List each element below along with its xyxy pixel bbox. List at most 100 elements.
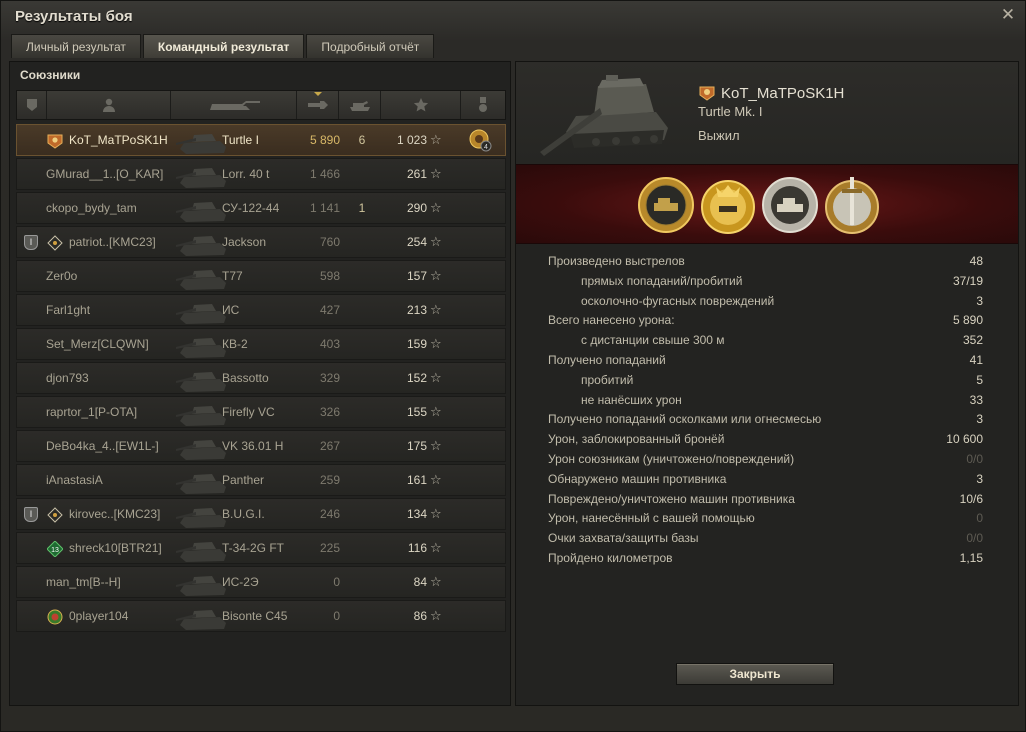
stat-row: Пройдено километров 1,15	[548, 549, 983, 569]
player-name: djon793	[46, 371, 89, 385]
clan-badge-icon	[699, 86, 715, 101]
tank-name: Bisonte C45	[222, 609, 288, 623]
table-row[interactable]: raprtor_1[P-OTA] Firefly VC 326 155 ☆	[16, 396, 506, 428]
table-row[interactable]: Ikirovec..[KMC23] B.U.G.I. 246 134 ☆	[16, 498, 506, 530]
close-icon[interactable]: ✕	[999, 6, 1017, 24]
platoon-column-icon	[26, 99, 37, 111]
stat-row: осколочно-фугасных повреждений 3	[548, 292, 983, 312]
stat-value: 1,15	[959, 550, 983, 565]
player-name: Zer0o	[46, 269, 78, 283]
star-icon: ☆	[430, 166, 442, 181]
table-row[interactable]: Ipatriot..[KMC23] Jackson 760 254 ☆	[16, 226, 506, 258]
player-name: iAnastasiA	[46, 473, 103, 487]
allies-list: KoT_MaTPoSK1H Turtle I5 890 6 1 023 ☆ 4 GMurad…	[16, 124, 506, 634]
armor-medal-icon[interactable]	[636, 173, 696, 237]
stat-value: 3	[976, 471, 983, 486]
xp-value: 155	[406, 405, 427, 419]
column-xp[interactable]	[381, 91, 461, 119]
column-platoon[interactable]	[17, 91, 47, 119]
detail-player-name: KoT_MaTPoSK1H	[721, 85, 845, 102]
achievement-medal-icon[interactable]: 4	[468, 128, 492, 152]
allies-panel: Союзники KoT_MaTPoSK1H Turtle I 5 890 6 …	[9, 61, 511, 706]
detail-tank-name: Turtle Mk. I	[698, 104, 763, 119]
column-vehicle[interactable]	[171, 91, 297, 119]
column-kills[interactable]	[339, 91, 381, 119]
kills-value	[352, 227, 372, 257]
damage-value: 1 466	[309, 167, 340, 181]
green-clan-icon: 13	[47, 541, 63, 557]
tab-personal-result[interactable]: Личный результат	[11, 34, 141, 58]
kills-value: 6	[358, 133, 366, 147]
table-row[interactable]: Zer0o T77 598 157 ☆	[16, 260, 506, 292]
tab-team-result[interactable]: Командный результат	[142, 34, 305, 58]
crown-medal-icon[interactable]	[698, 173, 758, 237]
stat-row: с дистанции свыше 300 м 352	[548, 331, 983, 351]
column-damage[interactable]	[297, 91, 339, 119]
tank-image	[540, 75, 668, 156]
medal-column-icon	[479, 97, 487, 112]
kills-value	[352, 261, 372, 291]
stat-label: осколочно-фугасных повреждений	[581, 293, 775, 308]
kills-value	[352, 397, 372, 427]
detail-status: Выжил	[698, 128, 740, 143]
stat-row: пробитий 5	[548, 371, 983, 391]
damage-value: 0	[333, 575, 340, 589]
table-row[interactable]: man_tm[B--H] ИС-2Э 0 84 ☆	[16, 566, 506, 598]
tab-bar: Личный результат Командный результат Под…	[11, 34, 435, 58]
player-name: raprtor_1[P-OTA]	[46, 405, 138, 419]
column-medals[interactable]	[461, 91, 505, 119]
xp-value: 152	[406, 371, 427, 385]
stat-label: Урон союзникам (уничтожено/повреждений)	[548, 451, 795, 466]
table-row[interactable]: KoT_MaTPoSK1H Turtle I 5 890 6 1 023 ☆ 4	[16, 124, 506, 156]
battle-results-window: Результаты боя ✕ Личный результат Команд…	[0, 0, 1026, 732]
stat-value: 5 890	[952, 313, 983, 328]
tank-name: T77	[222, 269, 243, 283]
close-button[interactable]: Закрыть	[676, 663, 834, 685]
damage-value: 329	[319, 371, 340, 385]
table-row[interactable]: Farl1ght ИС 427 213 ☆	[16, 294, 506, 326]
damage-value: 1 141	[309, 201, 340, 215]
star-icon: ☆	[430, 234, 442, 249]
tank-medal-icon[interactable]	[760, 173, 820, 237]
damage-value: 598	[319, 269, 340, 283]
kills-value	[352, 329, 372, 359]
stat-label: Пройдено километров	[548, 550, 673, 565]
diamond-clan-icon	[47, 235, 63, 251]
damage-value: 5 890	[309, 133, 340, 147]
damage-value: 225	[319, 541, 340, 555]
damage-value: 326	[319, 405, 340, 419]
table-row[interactable]: 0player104 Bisonte C45 0 86 ☆	[16, 600, 506, 632]
damage-value: 259	[319, 473, 340, 487]
xp-value: 254	[406, 235, 427, 249]
stat-label: прямых попаданий/пробитий	[581, 273, 743, 288]
stat-label: Обнаружено машин противника	[548, 471, 727, 486]
star-icon: ☆	[430, 132, 442, 147]
stat-label: Урон, нанесённый с вашей помощью	[548, 511, 755, 526]
damage-column-icon	[307, 101, 328, 109]
player-name: man_tm[B--H]	[46, 575, 121, 589]
kills-column-icon	[349, 101, 370, 111]
star-icon: ☆	[430, 404, 442, 419]
stat-value: 0/0	[966, 531, 983, 546]
column-player[interactable]	[47, 91, 171, 119]
tank-name: Lorr. 40 t	[222, 167, 270, 181]
player-name: shreck10[BTR21]	[69, 541, 162, 555]
star-icon: ☆	[430, 506, 442, 521]
table-row[interactable]: GMurad__1..[O_KAR] Lorr. 40 t 1 466 261 ☆	[16, 158, 506, 190]
tab-detailed-report[interactable]: Подробный отчёт	[306, 34, 435, 58]
player-name: GMurad__1..[O_KAR]	[46, 167, 164, 181]
table-row[interactable]: djon793 Bassotto 329 152 ☆	[16, 362, 506, 394]
table-row[interactable]: Set_Merz[CLQWN] КВ-2 403 159 ☆	[16, 328, 506, 360]
stat-row: Получено попаданий 41	[548, 351, 983, 371]
kills-value	[352, 499, 372, 529]
sword-medal-icon[interactable]	[822, 173, 882, 237]
table-row[interactable]: iAnastasiA Panther 259 161 ☆	[16, 464, 506, 496]
platoon-icon: I	[24, 235, 38, 250]
table-row[interactable]: 13 shreck10[BTR21] T-34-2G FT 225 116 ☆	[16, 532, 506, 564]
tank-name: Jackson	[222, 235, 267, 249]
player-column-icon	[102, 98, 115, 112]
xp-value: 159	[406, 337, 427, 351]
table-row[interactable]: DeBo4ka_4..[EW1L-] VK 36.01 H 267 175 ☆	[16, 430, 506, 462]
table-row[interactable]: ckopo_bydy_tam СУ-122-44 1 141 1 290 ☆	[16, 192, 506, 224]
stat-row: прямых попаданий/пробитий 37/19	[548, 272, 983, 292]
